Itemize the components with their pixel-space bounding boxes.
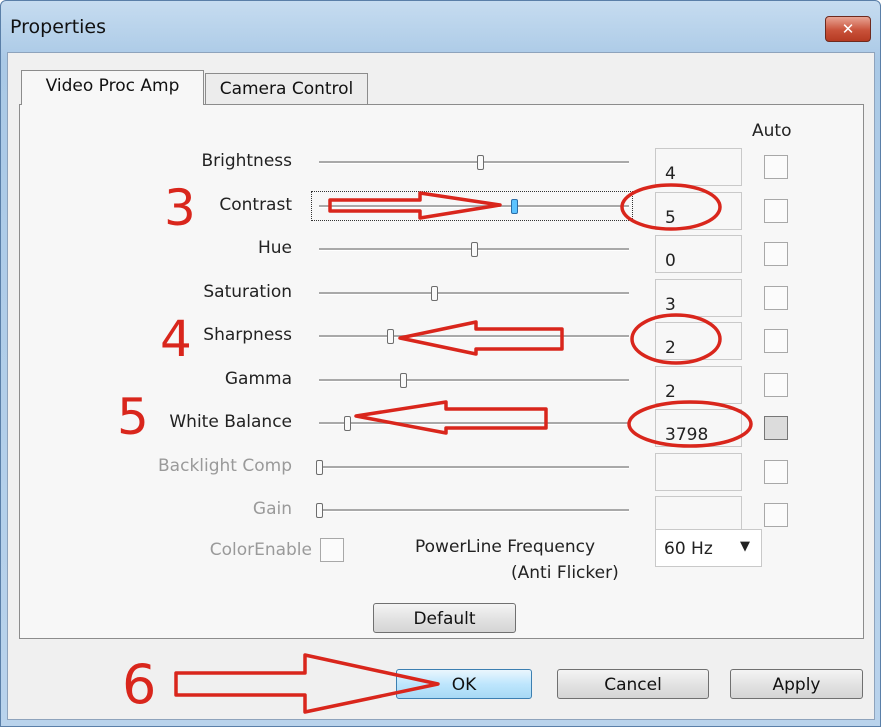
saturation-slider[interactable] — [319, 292, 629, 295]
backlight-comp-auto-checkbox — [764, 460, 788, 484]
gamma-label: Gamma — [224, 369, 292, 389]
white-balance-value[interactable]: 3798 — [655, 409, 742, 447]
gain-slider — [319, 509, 629, 512]
default-button[interactable]: Default — [373, 603, 516, 633]
annotation-number-4: 4 — [160, 310, 192, 368]
hue-slider-thumb[interactable] — [471, 242, 478, 257]
close-button[interactable]: ✕ — [825, 16, 871, 42]
powerline-label: PowerLine Frequency — [415, 537, 596, 557]
backlight-comp-value — [655, 453, 742, 491]
contrast-value[interactable]: 5 — [655, 192, 742, 230]
tab-camera-control[interactable]: Camera Control — [205, 73, 368, 105]
sharpness-value[interactable]: 2 — [655, 322, 742, 360]
saturation-slider-thumb[interactable] — [431, 286, 438, 301]
gain-label: Gain — [252, 499, 292, 519]
contrast-slider[interactable] — [319, 205, 629, 208]
chevron-down-icon: ▼ — [740, 539, 750, 554]
contrast-auto-checkbox[interactable] — [764, 199, 788, 223]
powerline-selected: 60 Hz — [664, 539, 713, 559]
backlight-comp-label: Backlight Comp — [158, 456, 292, 476]
white-balance-slider-thumb[interactable] — [344, 416, 351, 431]
hue-value[interactable]: 0 — [655, 235, 742, 273]
powerline-select[interactable]: 60 Hz ▼ — [655, 529, 762, 567]
contrast-label: Contrast — [219, 195, 292, 215]
annotation-number-5: 5 — [117, 388, 149, 446]
contrast-slider-thumb[interactable] — [511, 199, 518, 214]
powerline-sublabel: (Anti Flicker) — [511, 563, 619, 583]
brightness-label: Brightness — [201, 151, 292, 171]
brightness-slider-thumb[interactable] — [477, 155, 484, 170]
white-balance-slider[interactable] — [319, 422, 629, 425]
saturation-auto-checkbox[interactable] — [764, 286, 788, 310]
sharpness-slider[interactable] — [319, 335, 629, 338]
annotation-number-6: 6 — [122, 653, 157, 716]
hue-auto-checkbox[interactable] — [764, 242, 788, 266]
gamma-slider-thumb[interactable] — [400, 373, 407, 388]
brightness-slider[interactable] — [319, 161, 629, 164]
backlight-comp-slider — [319, 466, 629, 469]
annotation-number-3: 3 — [164, 179, 196, 237]
cancel-button[interactable]: Cancel — [557, 669, 709, 699]
sharpness-label: Sharpness — [203, 325, 292, 345]
auto-header: Auto — [752, 121, 792, 141]
backlight-comp-slider-thumb — [316, 460, 323, 475]
sharpness-auto-checkbox[interactable] — [764, 329, 788, 353]
gamma-value[interactable]: 2 — [655, 366, 742, 404]
white-balance-auto-checkbox[interactable] — [764, 416, 788, 440]
color-enable-checkbox[interactable] — [320, 538, 344, 562]
close-icon: ✕ — [841, 20, 855, 38]
gamma-slider[interactable] — [319, 379, 629, 382]
apply-button[interactable]: Apply — [730, 669, 863, 699]
brightness-auto-checkbox[interactable] — [764, 155, 788, 179]
hue-label: Hue — [257, 238, 292, 258]
gain-auto-checkbox — [764, 503, 788, 527]
saturation-label: Saturation — [203, 282, 292, 302]
tab-video-proc-amp[interactable]: Video Proc Amp — [21, 70, 204, 105]
saturation-value[interactable]: 3 — [655, 279, 742, 317]
window-title: Properties — [10, 16, 107, 38]
color-enable-label: ColorEnable — [209, 540, 312, 560]
sharpness-slider-thumb[interactable] — [387, 329, 394, 344]
brightness-value[interactable]: 4 — [655, 148, 742, 186]
gamma-auto-checkbox[interactable] — [764, 373, 788, 397]
ok-button[interactable]: OK — [396, 669, 532, 699]
gain-slider-thumb — [316, 503, 323, 518]
